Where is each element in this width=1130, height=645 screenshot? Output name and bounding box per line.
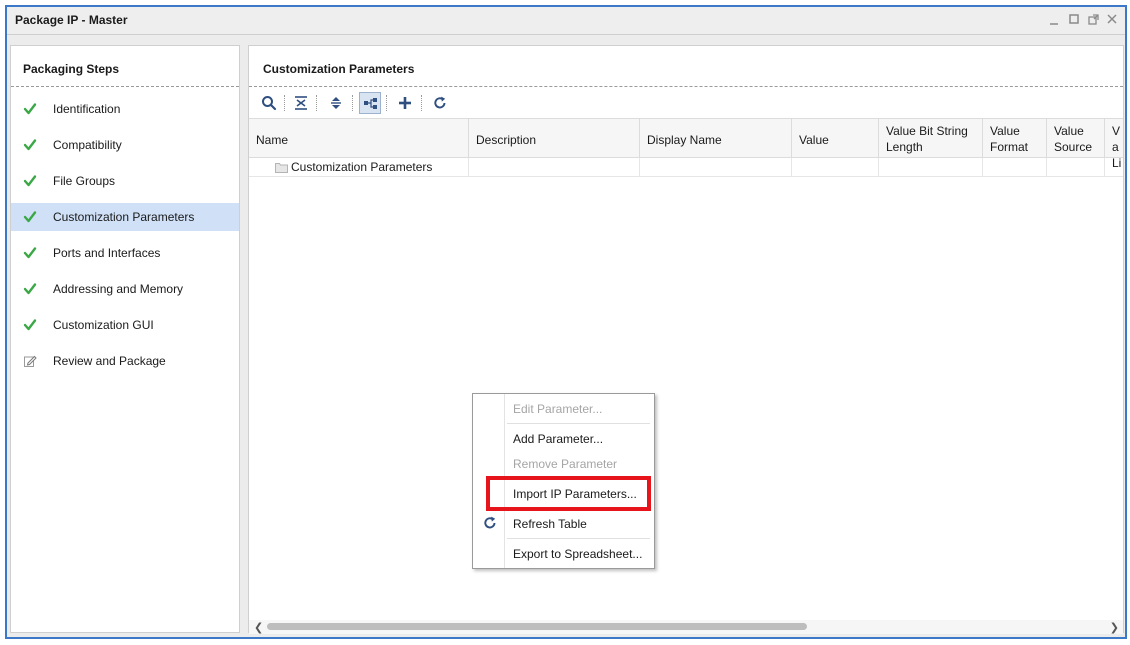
step-label: Compatibility <box>53 138 122 152</box>
toolbar-separator <box>316 95 317 111</box>
menu-item-refresh-table[interactable]: Refresh Table <box>513 517 587 531</box>
check-icon <box>23 282 37 296</box>
step-compatibility[interactable]: Compatibility <box>11 131 239 159</box>
minimize-icon[interactable] <box>1047 12 1061 26</box>
column-value-limits[interactable]: Va Li <box>1105 119 1130 170</box>
step-label: Customization Parameters <box>53 210 195 224</box>
table-header: Name Description Display Name Value Valu… <box>249 118 1123 170</box>
menu-item-export-to-spreadsheet[interactable]: Export to Spreadsheet... <box>513 547 642 561</box>
float-icon[interactable] <box>1087 12 1101 26</box>
menu-item-add-parameter[interactable]: Add Parameter... <box>513 432 603 446</box>
step-label: Ports and Interfaces <box>53 246 161 260</box>
divider <box>11 86 239 87</box>
step-addressing-and-memory[interactable]: Addressing and Memory <box>11 275 239 303</box>
toolbar <box>255 92 555 116</box>
row-name: Customization Parameters <box>291 160 433 174</box>
check-icon <box>23 174 37 188</box>
check-icon <box>23 138 37 152</box>
toolbar-separator <box>421 95 422 111</box>
table-row[interactable]: Customization Parameters <box>249 158 1123 177</box>
title-bar: Package IP - Master <box>7 7 1125 35</box>
step-ports-and-interfaces[interactable]: Ports and Interfaces <box>11 239 239 267</box>
refresh-icon[interactable] <box>429 92 451 114</box>
check-icon <box>23 102 37 116</box>
highlight-annotation <box>486 476 651 511</box>
step-label: File Groups <box>53 174 116 188</box>
edit-icon <box>23 354 37 368</box>
step-label: Identification <box>53 102 121 116</box>
column-value-format[interactable]: Value Format <box>983 119 1047 159</box>
step-customization-parameters[interactable]: Customization Parameters <box>11 203 239 231</box>
step-label: Addressing and Memory <box>53 282 184 296</box>
toolbar-separator <box>386 95 387 111</box>
search-icon[interactable] <box>258 92 280 114</box>
step-label: Review and Package <box>53 354 166 368</box>
expand-all-icon[interactable] <box>325 92 347 114</box>
column-value-bit-string-length[interactable]: Value Bit String Length <box>879 119 983 159</box>
packaging-steps-panel: Packaging Steps Identification Compatibi… <box>10 45 240 633</box>
customization-parameters-panel: Customization Parameters Name Descriptio… <box>248 45 1124 634</box>
column-value[interactable]: Value <box>792 119 879 159</box>
panel-title: Customization Parameters <box>263 62 415 76</box>
close-icon[interactable] <box>1105 12 1119 26</box>
add-icon[interactable] <box>394 92 416 114</box>
toolbar-separator <box>284 95 285 111</box>
step-label: Customization GUI <box>53 318 154 332</box>
window-title: Package IP - Master <box>15 13 128 27</box>
column-description[interactable]: Description <box>469 119 640 159</box>
divider <box>249 86 1123 87</box>
check-icon <box>23 246 37 260</box>
menu-item-remove-parameter[interactable]: Remove Parameter <box>513 457 617 471</box>
step-customization-gui[interactable]: Customization GUI <box>11 311 239 339</box>
scroll-right-icon[interactable]: ❯ <box>1110 621 1119 634</box>
collapse-all-icon[interactable] <box>290 92 312 114</box>
scrollbar-thumb[interactable] <box>267 623 807 630</box>
check-icon <box>23 210 37 224</box>
menu-separator <box>507 538 650 539</box>
step-review-and-package[interactable]: Review and Package <box>11 347 239 375</box>
maximize-icon[interactable] <box>1067 12 1081 26</box>
check-icon <box>23 318 37 332</box>
toolbar-separator <box>352 95 353 111</box>
packaging-steps-title: Packaging Steps <box>23 62 120 76</box>
step-identification[interactable]: Identification <box>11 95 239 123</box>
step-file-groups[interactable]: File Groups <box>11 167 239 195</box>
menu-item-edit-parameter[interactable]: Edit Parameter... <box>513 402 602 416</box>
column-display-name[interactable]: Display Name <box>640 119 792 159</box>
scroll-left-icon[interactable]: ❮ <box>254 621 263 634</box>
horizontal-scrollbar[interactable]: ❮ ❯ <box>249 620 1123 634</box>
refresh-icon <box>482 515 498 531</box>
folder-icon <box>275 162 288 176</box>
column-value-source[interactable]: Value Source <box>1047 119 1105 159</box>
column-name[interactable]: Name <box>249 119 469 159</box>
menu-separator <box>507 423 650 424</box>
hierarchy-view-icon[interactable] <box>359 92 381 114</box>
